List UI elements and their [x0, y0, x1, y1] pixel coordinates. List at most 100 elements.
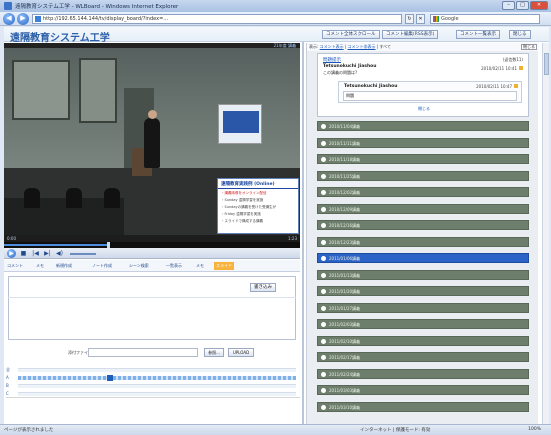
show-comments-link[interactable]: コメント表示 [320, 44, 344, 49]
toolbar-comment[interactable]: コメント [7, 262, 23, 270]
lecture-row-label: 2011/01/13講義 [329, 272, 361, 278]
lecture-row[interactable]: 2011/02/10講義 [317, 335, 529, 346]
zoom-level[interactable]: 100% [528, 427, 541, 432]
attachment-field[interactable] [88, 348, 198, 357]
toolbar-new[interactable]: 新規作成 [56, 262, 72, 270]
play-icon[interactable]: ▶ [7, 249, 16, 258]
expand-icon [321, 355, 326, 360]
address-bar: ◀ ▶ http://192.65.144.144/tv/display_boa… [0, 12, 551, 26]
fold-thread-link[interactable]: 閉じる [418, 106, 430, 112]
lecture-row[interactable]: 2011/01/20講義 [317, 286, 529, 296]
slide-overlay[interactable]: 遠隔教育実践例 (Online) ・講義映像をオンライン配信 ・Sunday 遠… [217, 178, 299, 234]
status-text: ページが表示されました [4, 428, 54, 433]
slide-line: ・Friday 遠隔学習を実施 [221, 212, 261, 216]
lecture-row[interactable]: 2010/12/02講義 [317, 187, 529, 197]
comment-list-button[interactable]: コメント一覧表示 [456, 30, 500, 39]
lecture-row[interactable]: 2011/01/27講義 [317, 302, 529, 313]
previous-icon[interactable]: |◀ [31, 249, 40, 258]
reply-date: 2010/02/11 10:47 [476, 84, 518, 89]
timeline-row[interactable]: A [6, 375, 298, 381]
projection-screen [218, 104, 262, 144]
timeline-track [18, 392, 296, 396]
timeline-track [18, 384, 296, 388]
refresh-button[interactable]: ↻ [405, 14, 414, 24]
window-controls: – □ ✕ [502, 1, 548, 11]
expand-icon [321, 157, 326, 162]
pane-splitter[interactable] [302, 42, 304, 424]
panel-scrollbar[interactable] [542, 43, 549, 424]
back-button[interactable]: ◀ [3, 13, 15, 25]
volume-slider[interactable] [70, 253, 96, 255]
next-icon[interactable]: ▶| [43, 249, 52, 258]
lecture-row[interactable]: 2010/11/04講義 [317, 121, 529, 131]
browse-button[interactable]: 参照... [204, 348, 224, 357]
lecture-row[interactable]: 2011/03/03講義 [317, 385, 529, 395]
expand-icon [321, 322, 326, 327]
volume-icon[interactable]: ◀) [55, 249, 64, 258]
filter-prefix: 表示: [309, 44, 319, 49]
maximize-button[interactable]: □ [516, 1, 529, 10]
lecture-row[interactable]: 2010/12/16講義 [317, 220, 529, 230]
star-icon[interactable] [519, 66, 523, 70]
url-field[interactable]: http://192.65.144.144/tv/display_board/?… [32, 14, 402, 24]
timeline-row[interactable]: B [6, 383, 298, 389]
timeline-row-label: B [6, 383, 9, 388]
scrollbar-thumb[interactable] [544, 53, 549, 75]
close-app-button[interactable]: 閉じる [509, 30, 531, 39]
stop-icon[interactable]: ■ [19, 249, 28, 258]
edit-comments-button[interactable]: コメント編集(RSS表示) [382, 30, 439, 39]
lecture-row[interactable]: 2011/02/03講義 [317, 319, 529, 329]
toolbar-note[interactable]: ノート作成 [92, 262, 112, 270]
star-icon[interactable] [514, 84, 518, 88]
timeline-row[interactable]: 全 [6, 367, 298, 373]
toolbar-memo[interactable]: メモ [36, 262, 44, 270]
lecture-row[interactable]: 2011/03/10講義 [317, 401, 529, 412]
lecture-row[interactable]: 2010/12/09講義 [317, 203, 529, 214]
lecture-row-label: 2010/12/02講義 [329, 190, 361, 195]
toolbar-list[interactable]: 一覧表示 [166, 262, 182, 270]
search-input[interactable]: Google [430, 14, 540, 24]
panel-close-button[interactable]: 閉じる [521, 44, 537, 50]
toolbar-memo-2[interactable]: メモ [196, 262, 204, 270]
forward-button[interactable]: ▶ [17, 13, 29, 25]
lecture-row-label: 2011/02/17講義 [329, 355, 361, 360]
minimize-button[interactable]: – [502, 1, 515, 10]
lecture-row[interactable]: 2010/11/25講義 [317, 170, 529, 181]
lecture-row[interactable]: 2010/11/11講義 [317, 137, 529, 148]
timeline-row-label: A [6, 375, 9, 380]
expand-icon [321, 272, 326, 278]
upload-button[interactable]: UPLOAD [228, 348, 254, 357]
expand-icon [321, 223, 326, 228]
comment-filter-bar: 表示: コメント表示 | コメント非表示 | すべて 閉じる [307, 43, 539, 51]
time-total: 1:23 [288, 236, 297, 241]
lecture-row[interactable]: 2011/01/13講義 [317, 269, 529, 280]
browser-window: 遠隔教育システム工学 - WLBoard - Windows Internet … [0, 0, 551, 435]
close-window-button[interactable]: ✕ [530, 1, 548, 10]
stop-button[interactable]: ✕ [416, 14, 425, 24]
lecture-row-label: 2011/02/24講義 [329, 371, 361, 377]
hide-comments-link[interactable]: コメント非表示 [348, 44, 376, 49]
security-zone: インターネット | 保護モード: 有効 [360, 428, 431, 433]
lecture-row-label: 2011/03/03講義 [329, 388, 361, 393]
window-titlebar: 遠隔教育システム工学 - WLBoard - Windows Internet … [0, 0, 551, 12]
lecture-row[interactable]: 2010/11/18講義 [317, 154, 529, 164]
toolbar-scene-search[interactable]: シーン検索 [129, 262, 149, 270]
toolbar-slide-tab[interactable]: スライド [214, 262, 234, 270]
post-button[interactable]: 書き込み [250, 283, 276, 292]
blackboard [12, 60, 70, 120]
lecture-row[interactable]: 2011/02/24講義 [317, 368, 529, 379]
window-title: 遠隔教育システム工学 - WLBoard - Windows Internet … [15, 4, 179, 10]
expand-icon [321, 289, 326, 294]
lecture-row[interactable]: 2011/02/17講義 [317, 352, 529, 362]
thread-title[interactable]: 問題提示 [323, 57, 523, 63]
lecture-row[interactable]: 2010/12/23講義 [317, 236, 529, 247]
timeline-marker[interactable] [106, 375, 113, 381]
lecture-row-label: 2010/12/16講義 [329, 223, 361, 228]
student-figure [24, 188, 40, 208]
expand-icon [321, 124, 326, 129]
lecture-row[interactable]: 2011/01/06講義 [317, 253, 529, 263]
url-text: http://192.65.144.144/tv/display_board/?… [43, 16, 169, 22]
video-frame[interactable]: 遠隔教育実践例 (Online) ・講義映像をオンライン配信 ・Sunday 遠… [4, 48, 300, 235]
ie-icon [4, 2, 12, 10]
scroll-comments-button[interactable]: コメント全体スクロール [322, 30, 380, 39]
